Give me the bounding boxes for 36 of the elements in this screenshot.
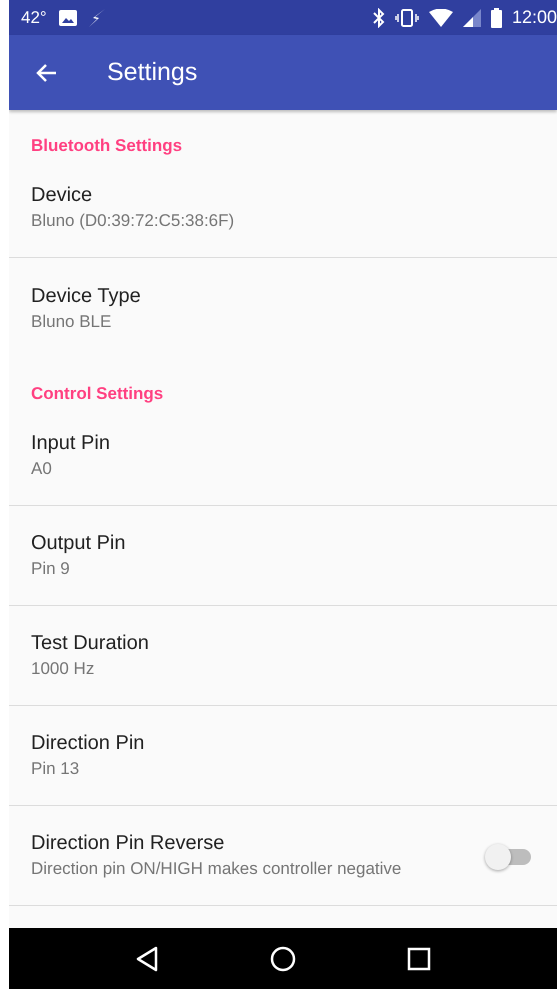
preference-item[interactable]: Output Pin Pin 9 bbox=[9, 506, 557, 606]
preference-item[interactable]: Input Pin A0 bbox=[9, 406, 557, 506]
preference-title: Input Pin bbox=[31, 432, 110, 455]
bluetooth-icon bbox=[372, 8, 385, 28]
toggle-switch[interactable] bbox=[485, 842, 531, 868]
back-icon[interactable] bbox=[134, 946, 159, 972]
signal-icon bbox=[462, 8, 481, 26]
preference-summary: Bluno BLE bbox=[31, 312, 112, 332]
image-icon bbox=[58, 10, 77, 26]
screen-title: Settings bbox=[107, 58, 198, 87]
preference-item[interactable]: Device Bluno (D0:39:72:C5:38:6F) bbox=[9, 158, 557, 258]
preference-title: Direction Pin Reverse bbox=[31, 832, 224, 855]
home-icon[interactable] bbox=[270, 946, 296, 972]
preference-summary: Direction pin ON/HIGH makes controller negative bbox=[31, 859, 402, 879]
preference-item[interactable]: Test Duration 1000 Hz bbox=[9, 606, 557, 706]
category-header: Control Settings bbox=[30, 383, 164, 405]
preference-title: Device bbox=[31, 184, 92, 207]
temperature: 42° bbox=[21, 8, 47, 28]
preference-summary: Bluno (D0:39:72:C5:38:6F) bbox=[31, 211, 234, 231]
preference-title: Test Duration bbox=[31, 632, 149, 655]
preference-item[interactable]: Device Type Bluno BLE bbox=[9, 258, 557, 358]
category-header: Bluetooth Settings bbox=[30, 135, 184, 157]
preference-summary: Pin 9 bbox=[31, 559, 70, 579]
preference-summary: A0 bbox=[31, 459, 52, 479]
preference-summary: 1000 Hz bbox=[31, 659, 94, 679]
clock: 12:00 bbox=[512, 7, 557, 28]
preference-title: Output Pin bbox=[31, 532, 126, 555]
preference-item[interactable]: Direction Pin Pin 13 bbox=[9, 706, 557, 806]
wifi-icon bbox=[428, 8, 453, 26]
preference-title: Direction Pin bbox=[31, 732, 144, 755]
battery-icon bbox=[490, 8, 502, 28]
vibrate-icon bbox=[394, 8, 419, 26]
preference-title: Device Type bbox=[31, 284, 141, 308]
preference-item[interactable]: Direction Pin Reverse Direction pin ON/HIGH makes controller negative bbox=[9, 806, 557, 906]
preference-summary: Pin 13 bbox=[31, 759, 80, 779]
recents-icon[interactable] bbox=[407, 946, 432, 970]
